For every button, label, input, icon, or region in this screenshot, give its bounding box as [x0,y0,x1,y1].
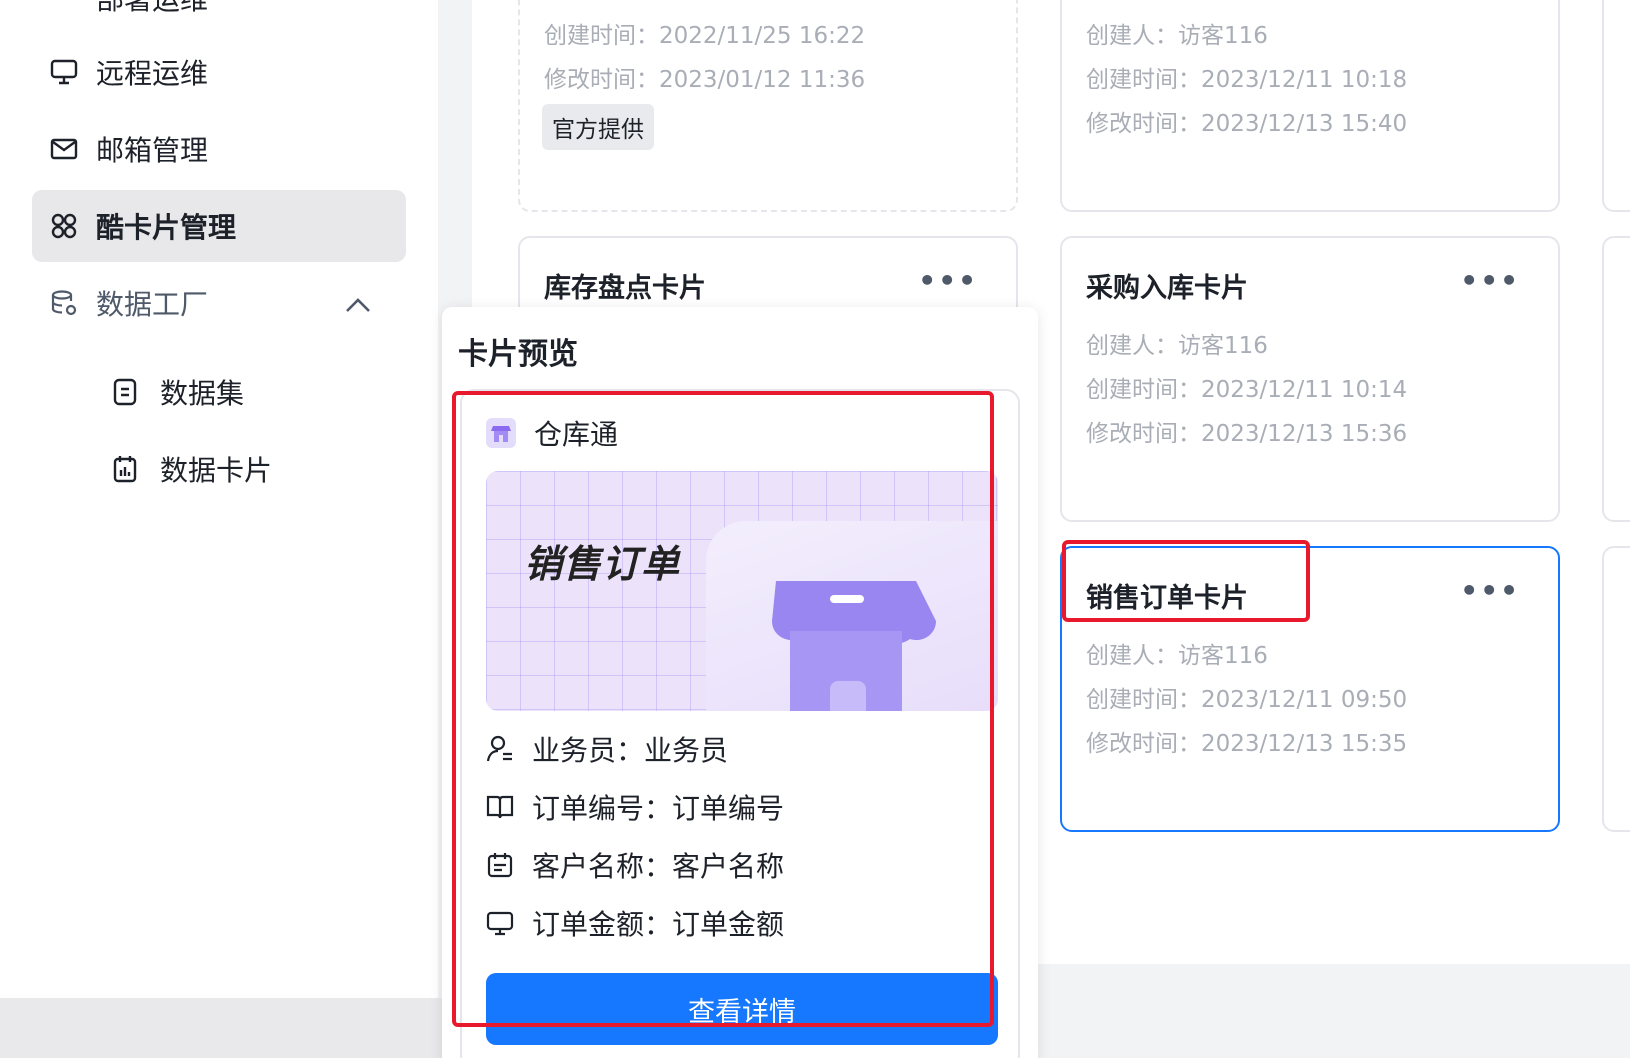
modified-time: 修改时间：2023/12/13 15:36 [1086,421,1408,447]
created-time: 创建时间：2023/12/11 10:14 [1086,377,1408,403]
mail-icon [48,133,80,165]
top-right-card[interactable]: 创建人：访客116 创建时间：2023/12/11 10:18 修改时间：202… [1060,0,1560,212]
sidebar-item-remote-ops[interactable]: 远程运维 [32,36,406,108]
sidebar-footer [0,998,470,1058]
partial-card[interactable] [1602,0,1630,212]
creator: 创建人：访客116 [1086,333,1268,359]
grid-icon [48,210,80,242]
sidebar-item-cool-card[interactable]: 酷卡片管理 [32,190,406,262]
chart-card-icon [112,454,142,484]
modified-time: 修改时间：2023/12/13 15:40 [1086,111,1408,137]
sidebar-item-deploy-ops[interactable]: 部署运维 [48,0,208,18]
sidebar-subitem-label: 数据卡片 [160,454,273,487]
purchase-card[interactable]: 采购入库卡片 ••• 创建人：访客116 创建时间：2023/12/11 10:… [1060,236,1560,522]
created-time: 创建时间：2023/12/11 09:50 [1086,687,1408,713]
sidebar-subitem-dataset[interactable]: 数据集 [112,362,244,422]
chevron-up-icon[interactable] [344,289,372,322]
created-time: 创建时间：2023/12/11 10:18 [1086,67,1408,93]
card-preview-popover: 卡片预览 仓库通 销售订单 业务员：业务员 订单编号：订单编号 客户名称：客户名… [442,307,1038,1058]
sidebar: 部署运维 远程运维 邮箱管理 酷卡片管理 数据工厂 数据集 [0,0,438,998]
dataset-icon [112,377,142,407]
card-title: 库存盘点卡片 [544,273,706,304]
more-icon[interactable]: ••• [1460,264,1520,297]
sidebar-item-data-factory[interactable]: 数据工厂 [32,267,406,339]
monitor-icon [48,56,80,88]
more-icon[interactable]: ••• [1460,574,1520,607]
sidebar-subitem-data-card[interactable]: 数据卡片 [112,439,272,499]
database-settings-icon [48,287,80,319]
preview-highlight-box [452,391,994,1027]
created-time: 创建时间：2022/11/25 16:22 [544,23,866,49]
creator: 创建人：访客116 [1086,643,1268,669]
sidebar-subitem-label: 数据集 [160,377,245,410]
popover-title: 卡片预览 [458,337,578,372]
official-card[interactable]: 创建时间：2022/11/25 16:22 修改时间：2023/01/12 11… [518,0,1018,212]
partial-card[interactable] [1602,546,1630,832]
official-tag: 官方提供 [542,104,654,150]
more-icon[interactable]: ••• [918,264,978,297]
creator: 创建人：访客116 [1086,23,1268,49]
sidebar-item-label: 酷卡片管理 [96,211,237,244]
sidebar-item-mail[interactable]: 邮箱管理 [32,113,406,185]
partial-card[interactable] [1602,236,1630,522]
title-highlight-box [1062,540,1310,622]
sidebar-item-label: 部署运维 [96,0,208,18]
sidebar-item-label: 邮箱管理 [96,134,209,167]
sidebar-item-label: 远程运维 [96,57,209,90]
modified-time: 修改时间：2023/12/13 15:35 [1086,731,1408,757]
card-title: 采购入库卡片 [1086,273,1248,304]
sidebar-item-label: 数据工厂 [96,288,209,321]
modified-time: 修改时间：2023/01/12 11:36 [544,67,866,93]
